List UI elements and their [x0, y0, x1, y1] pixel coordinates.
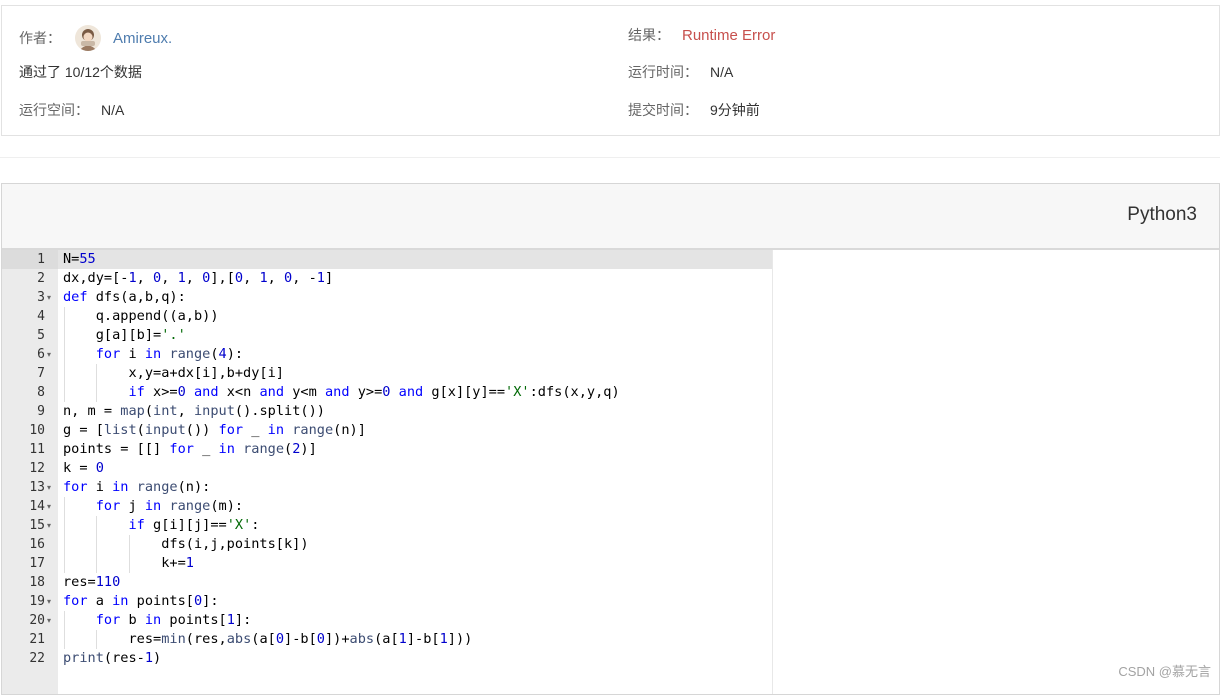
code-line: 1 N=55 [2, 250, 1219, 269]
code-text: N=55 [63, 251, 96, 267]
submit-time-label: 提交时间： [628, 102, 698, 118]
code-text: dfs(i,j,points[k]) [63, 536, 309, 552]
code-line: 22 print(res-1) [2, 649, 1219, 668]
line-number: 10 [29, 423, 45, 438]
run-time-label: 运行时间： [628, 64, 698, 80]
code-line: 19 ▾ for a in points[0]: [2, 592, 1219, 611]
run-space-label: 运行空间： [19, 102, 89, 118]
submit-time-value: 9分钟前 [710, 102, 760, 118]
fold-toggle-icon[interactable]: ▾ [47, 345, 57, 364]
run-time-value: N/A [710, 64, 734, 80]
line-number: 9 [37, 404, 45, 419]
code-line: 5 g[a][b]='.' [2, 326, 1219, 345]
code-line: 9 n, m = map(int, input().split()) [2, 402, 1219, 421]
line-number: 6 [37, 347, 45, 362]
code-line: 10 g = [list(input()) for _ in range(n)] [2, 421, 1219, 440]
passed-cases-text: 通过了 10/12个数据 [19, 64, 142, 80]
code-line: 3 ▾ def dfs(a,b,q): [2, 288, 1219, 307]
fold-toggle-icon[interactable]: ▾ [47, 611, 57, 630]
result-label: 结果： [628, 27, 670, 43]
line-number: 2 [37, 271, 45, 286]
code-text: res=min(res,abs(a[0]-b[0])+abs(a[1]-b[1]… [63, 631, 473, 647]
result-status: Runtime Error [682, 26, 776, 44]
line-number: 13 [29, 480, 45, 495]
fold-toggle-icon[interactable]: ▾ [47, 497, 57, 516]
line-number: 12 [29, 461, 45, 476]
code-text: k = 0 [63, 460, 104, 476]
code-text: q.append((a,b)) [63, 308, 219, 324]
line-number: 14 [29, 499, 45, 514]
code-line: 20 ▾ for b in points[1]: [2, 611, 1219, 630]
line-number: 11 [29, 442, 45, 457]
code-text: for b in points[1]: [95, 612, 252, 628]
line-number: 4 [37, 309, 45, 324]
code-editor[interactable]: 1 N=55 2 dx,dy=[-1, 0, 1, 0],[0, 1, 0, -1] 3… [2, 250, 1219, 668]
code-text: dx,dy=[-1, 0, 1, 0],[0, 1, 0, -1] [63, 270, 334, 286]
line-number: 21 [29, 632, 45, 647]
code-text: if x>=0 and x<n and y<m and y>=0 and g[x… [128, 384, 620, 400]
code-line: 11 points = [[] for _ in range(2)] [2, 440, 1219, 459]
fold-toggle-icon[interactable]: ▾ [47, 478, 57, 497]
code-line: 13 ▾ for i in range(n): [2, 478, 1219, 497]
submission-info-panel: 作者： Amireux. 结果： Runtime Error 通过了 10/12… [1, 5, 1220, 136]
code-line: 17 k+=1 [2, 554, 1219, 573]
fold-toggle-icon[interactable]: ▾ [47, 288, 57, 307]
code-text: k+=1 [63, 555, 194, 571]
code-text: for i in range(n): [63, 479, 211, 495]
code-line: 15 ▾ if g[i][j]=='X': [2, 516, 1219, 535]
code-line: 16 dfs(i,j,points[k]) [2, 535, 1219, 554]
line-number: 22 [29, 651, 45, 666]
result-row: 结果： Runtime Error [628, 25, 775, 45]
submit-time-row: 提交时间： 9分钟前 [628, 100, 760, 120]
code-text: def dfs(a,b,q): [63, 289, 186, 305]
code-text: n, m = map(int, input().split()) [63, 403, 325, 419]
author-link[interactable]: Amireux. [113, 30, 172, 47]
run-time-row: 运行时间： N/A [628, 62, 733, 82]
code-line: 8 if x>=0 and x<n and y<m and y>=0 and g… [2, 383, 1219, 402]
code-line: 12 k = 0 [2, 459, 1219, 478]
code-line: 18 res=110 [2, 573, 1219, 592]
fold-toggle-icon[interactable]: ▾ [47, 592, 57, 611]
line-number: 8 [37, 385, 45, 400]
code-line: 21 res=min(res,abs(a[0]-b[0])+abs(a[1]-b… [2, 630, 1219, 649]
line-number: 19 [29, 594, 45, 609]
line-number: 1 [37, 252, 45, 267]
line-number: 3 [37, 290, 45, 305]
code-text: for j in range(m): [95, 498, 244, 514]
line-number: 7 [37, 366, 45, 381]
line-number: 17 [29, 556, 45, 571]
code-text: x,y=a+dx[i],b+dy[i] [63, 365, 284, 381]
fold-toggle-icon[interactable]: ▾ [47, 516, 57, 535]
code-text: res=110 [63, 574, 121, 590]
line-number: 20 [29, 613, 45, 628]
code-header: Python3 [2, 184, 1219, 250]
line-number: 16 [29, 537, 45, 552]
code-text: g[a][b]='.' [63, 327, 186, 343]
run-space-value: N/A [101, 102, 125, 118]
code-text: for i in range(4): [95, 346, 244, 362]
code-text: g = [list(input()) for _ in range(n)] [63, 422, 366, 438]
avatar[interactable] [75, 25, 101, 51]
line-number: 5 [37, 328, 45, 343]
watermark: CSDN @慕无言 [1118, 664, 1211, 679]
code-line: 7 x,y=a+dx[i],b+dy[i] [2, 364, 1219, 383]
code-text: print(res-1) [63, 650, 162, 666]
code-line: 6 ▾ for i in range(4): [2, 345, 1219, 364]
code-text: for a in points[0]: [63, 593, 219, 609]
code-text: if g[i][j]=='X': [128, 517, 260, 533]
code-line: 14 ▾ for j in range(m): [2, 497, 1219, 516]
language-label: Python3 [1127, 204, 1197, 225]
line-number: 15 [29, 518, 45, 533]
run-space-row: 运行空间： N/A [19, 100, 124, 120]
line-number: 18 [29, 575, 45, 590]
section-divider [0, 157, 1220, 158]
code-text: points = [[] for _ in range(2)] [63, 441, 317, 457]
code-line: 2 dx,dy=[-1, 0, 1, 0],[0, 1, 0, -1] [2, 269, 1219, 288]
author-label: 作者： [19, 30, 61, 46]
author-row: 作者： Amireux. [19, 25, 172, 51]
code-viewer: Python3 1 N=55 2 dx,dy=[-1, 0, 1, 0],[0, 1,… [1, 183, 1220, 695]
code-line: 4 q.append((a,b)) [2, 307, 1219, 326]
passed-row: 通过了 10/12个数据 [19, 62, 142, 82]
